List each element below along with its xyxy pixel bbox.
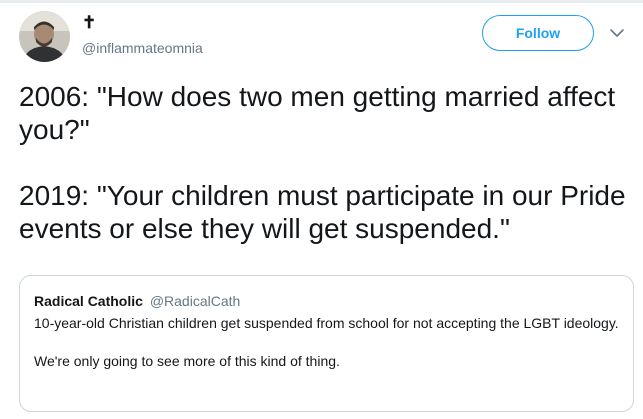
- tweet-text: 2006: "How does two men getting married …: [19, 80, 629, 245]
- avatar-photo: [19, 11, 70, 62]
- chevron-down-icon[interactable]: [609, 26, 625, 40]
- quoted-tweet-text: 10-year-old Christian children get suspe…: [34, 314, 619, 371]
- quoted-paragraph: We're only going to see more of this kin…: [34, 353, 340, 369]
- tweet: ✝ @inflammateomnia Follow 2006: "How doe…: [0, 3, 643, 419]
- quoted-tweet[interactable]: Radical Catholic @RadicalCath 10-year-ol…: [19, 275, 634, 412]
- quoted-author-handle: @RadicalCath: [149, 293, 241, 309]
- follow-button[interactable]: Follow: [482, 15, 594, 51]
- tweet-paragraph: 2019: "Your children must participate in…: [19, 180, 626, 244]
- quoted-paragraph: 10-year-old Christian children get suspe…: [34, 315, 619, 331]
- tweet-paragraph: 2006: "How does two men getting married …: [19, 81, 616, 145]
- display-name[interactable]: ✝: [82, 13, 96, 33]
- avatar[interactable]: [19, 11, 70, 62]
- quoted-author-name: Radical Catholic: [34, 293, 143, 309]
- quoted-tweet-header: Radical Catholic @RadicalCath: [34, 292, 240, 310]
- user-handle[interactable]: @inflammateomnia: [82, 39, 203, 57]
